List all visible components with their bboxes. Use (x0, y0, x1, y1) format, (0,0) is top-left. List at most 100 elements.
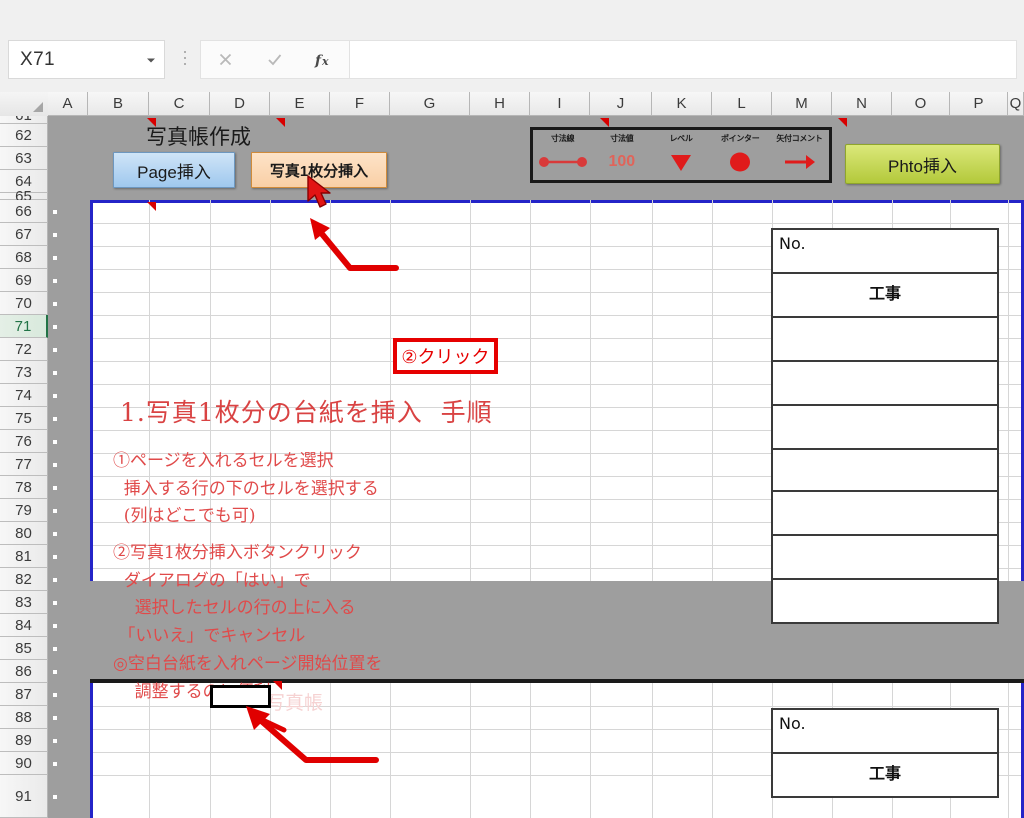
outline-dot (53, 508, 57, 513)
outline-dot (53, 209, 57, 214)
page-insert-button[interactable]: Page挿入 (113, 152, 235, 188)
row-header-66[interactable]: 66 (0, 200, 48, 223)
form-table-row (771, 404, 999, 450)
row-header-84[interactable]: 84 (0, 614, 48, 637)
row-header-91[interactable]: 91 (0, 775, 48, 818)
form-table-row: 工事 (771, 752, 999, 798)
more-vertical-icon[interactable] (178, 42, 192, 74)
row-header-74[interactable]: 74 (0, 384, 48, 407)
row-header-75[interactable]: 75 (0, 407, 48, 430)
outline-dot (53, 462, 57, 467)
outline-dot (53, 301, 57, 306)
column-header-K[interactable]: K (652, 92, 712, 116)
name-box-value: X71 (20, 48, 56, 70)
fx-icon[interactable]: f x (300, 41, 349, 78)
legend-label: 寸法線 (551, 134, 575, 143)
name-box[interactable]: X71 (8, 40, 165, 79)
column-header-C[interactable]: C (149, 92, 210, 116)
outline-dot (53, 554, 57, 559)
column-header-M[interactable]: M (772, 92, 832, 116)
row-header-85[interactable]: 85 (0, 637, 48, 660)
column-header-Q[interactable]: Q (1008, 92, 1024, 116)
row-header-80[interactable]: 80 (0, 522, 48, 545)
chevron-down-icon[interactable] (138, 53, 164, 67)
right-arrow-icon (770, 144, 829, 180)
row-header-79[interactable]: 79 (0, 499, 48, 522)
row-header-86[interactable]: 86 (0, 660, 48, 683)
column-header-J[interactable]: J (590, 92, 652, 116)
row-header-76[interactable]: 76 (0, 430, 48, 453)
worksheet-canvas[interactable]: 写真帳 写真帳作成 Page挿入 写真1枚分挿入 Phto挿入 寸法線 寸法値 … (48, 116, 1024, 818)
row-header-70[interactable]: 70 (0, 292, 48, 315)
row-header-88[interactable]: 88 (0, 706, 48, 729)
form-table-row: No. (771, 708, 999, 754)
form-table-row: No. (771, 228, 999, 274)
formula-input[interactable] (350, 40, 1017, 79)
row-header-72[interactable]: 72 (0, 338, 48, 361)
column-header-B[interactable]: B (88, 92, 149, 116)
form-table-row (771, 448, 999, 492)
grid-line-v (1008, 200, 1009, 581)
column-header-O[interactable]: O (892, 92, 950, 116)
row-header-78[interactable]: 78 (0, 476, 48, 499)
outline-dot (53, 370, 57, 375)
row-header-63[interactable]: 63 (0, 147, 48, 170)
row-header-77[interactable]: 77 (0, 453, 48, 476)
form-table-cell-label: No. (779, 234, 806, 253)
comment-marker-icon[interactable] (838, 118, 847, 127)
row-header-82[interactable]: 82 (0, 568, 48, 591)
column-header-F[interactable]: F (330, 92, 390, 116)
row-header-71[interactable]: 71 (0, 315, 48, 338)
form-table-row (771, 534, 999, 580)
formula-action-buttons: f x (200, 40, 350, 79)
row-header-90[interactable]: 90 (0, 752, 48, 775)
phto-insert-button[interactable]: Phto挿入 (845, 144, 1000, 184)
comment-marker-icon[interactable] (276, 118, 285, 127)
check-icon[interactable] (250, 41, 299, 78)
column-header-E[interactable]: E (270, 92, 330, 116)
column-header-G[interactable]: G (390, 92, 470, 116)
outline-dot (53, 232, 57, 237)
photo-form-table-bottom: No. 工事 (771, 708, 999, 818)
comment-marker-icon[interactable] (147, 202, 156, 211)
column-header-N[interactable]: N (832, 92, 892, 116)
comment-marker-icon[interactable] (600, 118, 609, 127)
column-header-A[interactable]: A (48, 92, 88, 116)
column-header-L[interactable]: L (712, 92, 772, 116)
svg-text:x: x (321, 55, 329, 68)
down-triangle-icon (651, 144, 710, 180)
grid-line-v (652, 683, 653, 818)
row-header-62[interactable]: 62 (0, 124, 48, 147)
column-header-I[interactable]: I (530, 92, 590, 116)
grid-line-v (590, 200, 591, 581)
form-table-row (771, 360, 999, 406)
comment-marker-icon[interactable] (147, 118, 156, 127)
row-header-87[interactable]: 87 (0, 683, 48, 706)
column-header-H[interactable]: H (470, 92, 530, 116)
outline-dot (53, 255, 57, 260)
row-header-67[interactable]: 67 (0, 223, 48, 246)
legend-item-pointer: ポインター (711, 130, 770, 180)
row-header-73[interactable]: 73 (0, 361, 48, 384)
row-header-69[interactable]: 69 (0, 269, 48, 292)
row-header-65[interactable]: 65 (0, 188, 48, 205)
row-header-68[interactable]: 68 (0, 246, 48, 269)
grid-line-v (390, 200, 391, 581)
grid-line-v (590, 683, 591, 818)
outline-dot (53, 600, 57, 605)
row-header-89[interactable]: 89 (0, 729, 48, 752)
select-all-corner[interactable] (0, 92, 49, 117)
selected-cell-marker[interactable] (210, 685, 271, 708)
instruction-heading: 1.写真1枚分の台紙を挿入 手順 (120, 398, 493, 427)
filled-circle-icon (711, 144, 770, 180)
cancel-x-icon[interactable] (201, 41, 250, 78)
column-header-P[interactable]: P (950, 92, 1008, 116)
row-header-81[interactable]: 81 (0, 545, 48, 568)
row-header-83[interactable]: 83 (0, 591, 48, 614)
sheet-title: 写真帳作成 (146, 125, 251, 149)
form-table-cell-label: 工事 (868, 284, 901, 303)
column-header-D[interactable]: D (210, 92, 270, 116)
grid-line-v (1008, 683, 1009, 818)
row-header-61[interactable]: 61 (0, 116, 48, 124)
outline-dot (53, 531, 57, 536)
